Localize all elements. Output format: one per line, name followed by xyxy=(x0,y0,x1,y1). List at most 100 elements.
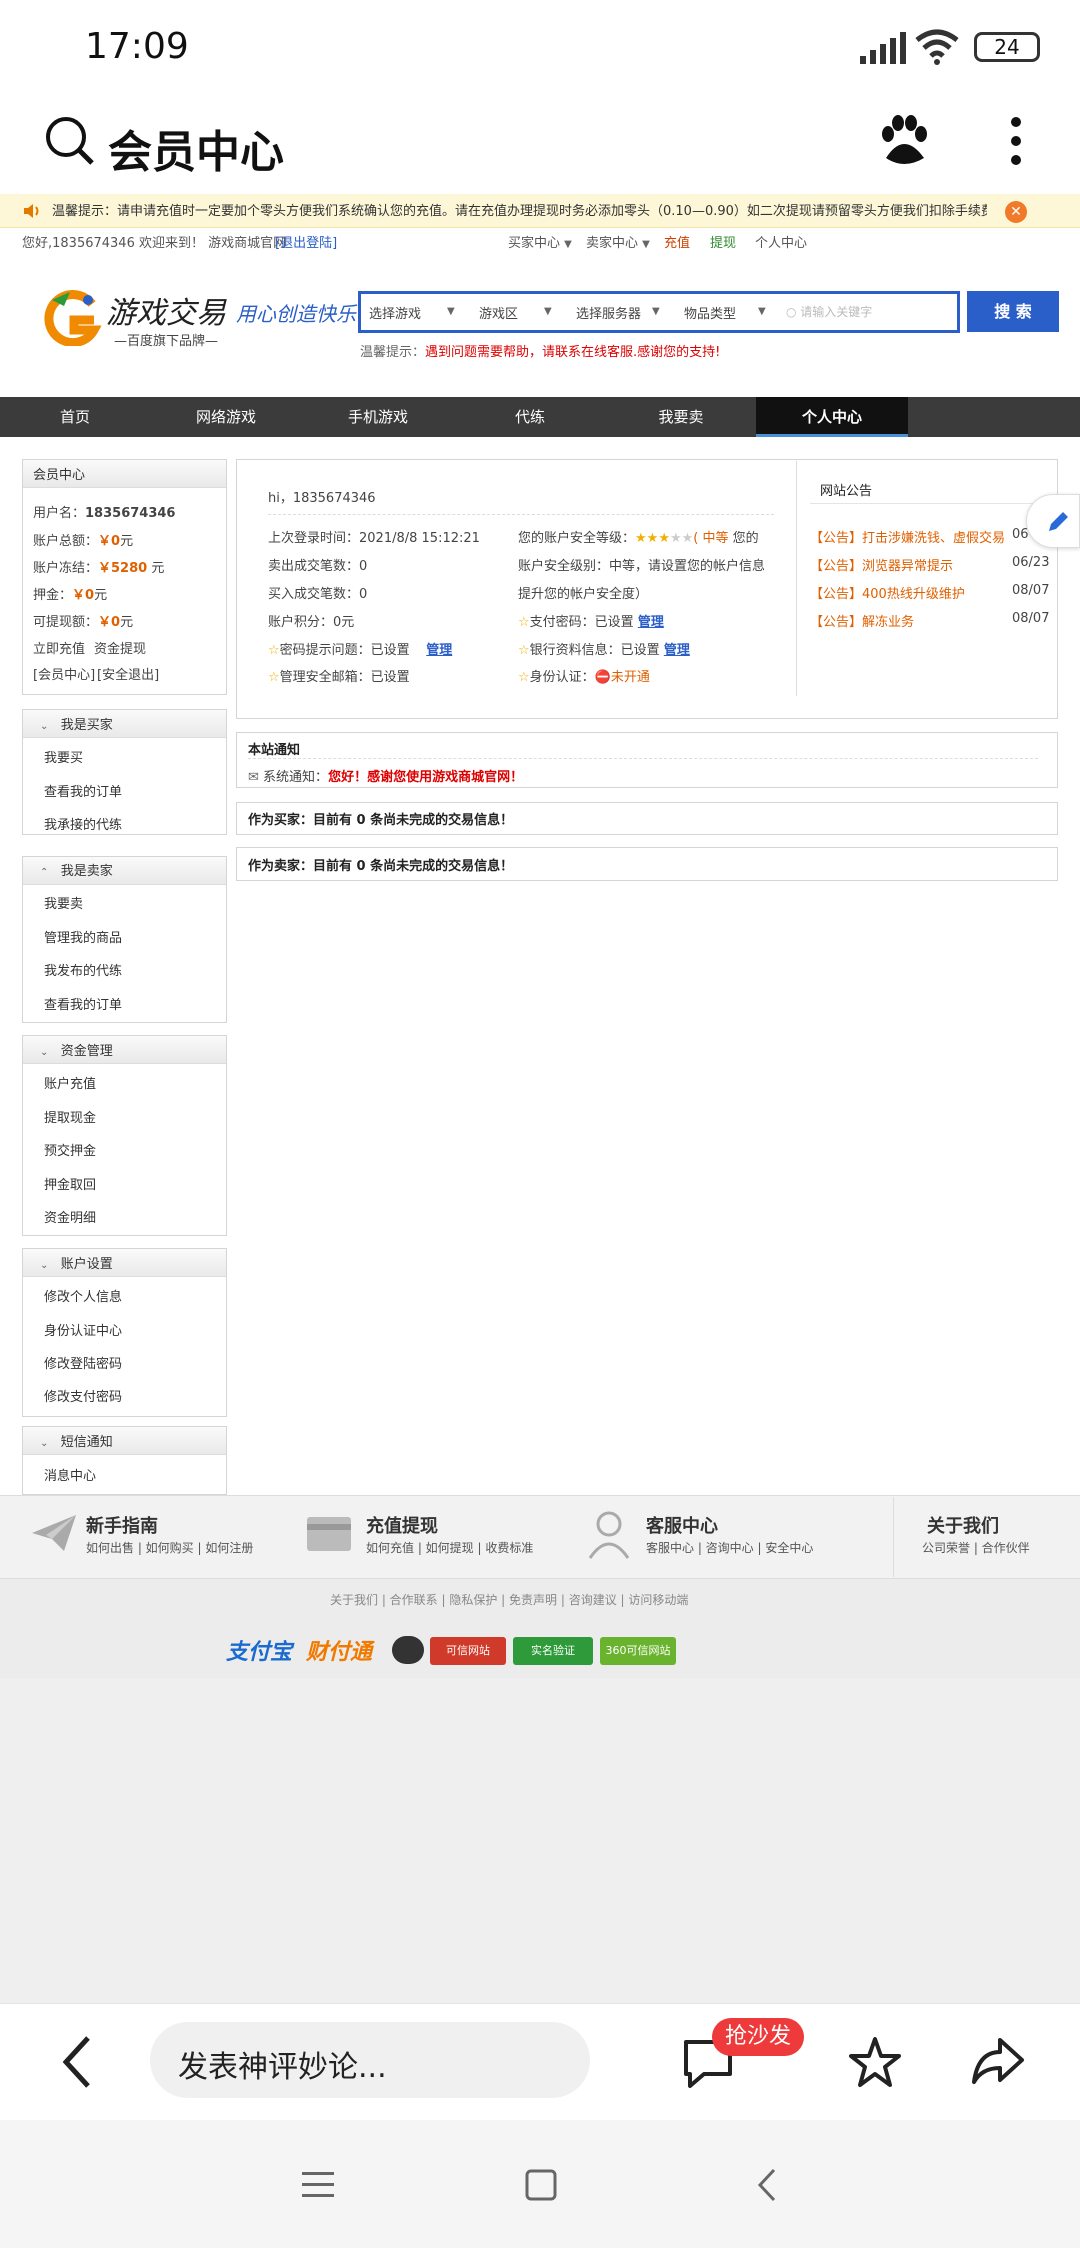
sidebar-item-account-recharge[interactable]: 账户充值 xyxy=(44,1073,96,1092)
id-verify-status[interactable]: 未开通 xyxy=(611,670,650,685)
recharge-now-link[interactable]: 立即充值 xyxy=(33,638,85,657)
sidebar-item-buyer-orders[interactable]: 查看我的订单 xyxy=(44,781,122,800)
manage-pay-password-link[interactable]: 管理 xyxy=(638,615,664,630)
star-icon: ☆ xyxy=(268,643,280,658)
item-type-select[interactable]: 物品类型 xyxy=(684,303,736,322)
footer-recharge-links[interactable]: 如何充值 | 如何提现 | 收费标准 xyxy=(366,1539,533,1556)
site-notice-title: 本站通知 xyxy=(248,743,301,758)
logout-link[interactable]: [退出登陆] xyxy=(275,232,337,251)
sidebar-item-message-center[interactable]: 消息中心 xyxy=(44,1465,96,1484)
footer-guide-links[interactable]: 如何出售 | 如何购买 | 如何注册 xyxy=(86,1539,253,1556)
alipay-badge[interactable]: 支付宝 xyxy=(226,1634,292,1666)
announcement-item[interactable]: 【公告】打击涉嫌洗钱、虚假交易 xyxy=(810,527,1006,546)
bought-count-row: 买入成交笔数：0 xyxy=(268,587,368,602)
announcement-date: 06/ xyxy=(1012,527,1028,542)
divider xyxy=(810,503,1050,504)
trusted-site-badge[interactable]: 可信网站 xyxy=(430,1637,506,1665)
sidebar-item-seller-orders[interactable]: 查看我的订单 xyxy=(44,994,122,1013)
safe-logout-link[interactable]: [安全退出] xyxy=(97,664,159,683)
menu-icon[interactable] xyxy=(300,2170,336,2200)
realname-badge[interactable]: 实名验证 xyxy=(513,1637,593,1665)
status-time: 17:09 xyxy=(85,26,189,67)
sidebar-item-login-password[interactable]: 修改登陆密码 xyxy=(44,1353,122,1372)
nav-sell[interactable]: 我要卖 xyxy=(606,397,756,437)
360-trusted-badge[interactable]: 360可信网站 xyxy=(600,1637,676,1665)
nav-boosting[interactable]: 代练 xyxy=(454,397,606,437)
share-icon[interactable] xyxy=(970,2036,1026,2086)
manage-bank-link[interactable]: 管理 xyxy=(664,643,690,658)
manage-pwd-question-link[interactable]: 管理 xyxy=(426,643,452,658)
search-input[interactable]: ○ 请输入关键字 xyxy=(786,303,872,320)
recharge-link[interactable]: 充值 xyxy=(664,232,690,251)
seller-status-text: 作为卖家：目前有 0 条尚未完成的交易信息！ xyxy=(248,859,514,874)
security-level-desc: 账户安全级别：中等，请设置您的帐户信息 xyxy=(518,559,766,574)
baidu-paw-icon[interactable] xyxy=(878,114,930,168)
seller-center-link[interactable]: 卖家中心 ▼ xyxy=(586,232,650,251)
sidebar-item-prepay-deposit[interactable]: 预交押金 xyxy=(44,1140,96,1159)
announcement-item[interactable]: 【公告】解冻业务 xyxy=(810,611,914,630)
notice-text: 温馨提示：请申请充值时一定要加个零头方便我们系统确认您的充值。请在充值办理提现时… xyxy=(52,204,987,219)
sidebar-item-accepted-boosting[interactable]: 我承接的代练 xyxy=(44,814,122,833)
sidebar-item-edit-profile[interactable]: 修改个人信息 xyxy=(44,1286,122,1305)
site-logo[interactable]: 游戏交易 用心创造快乐 —百度旗下品牌— xyxy=(44,288,356,350)
funds-withdraw-link[interactable]: 资金提现 xyxy=(94,638,146,657)
footer-about-links[interactable]: 公司荣誉 | 合作伙伴 xyxy=(922,1539,1030,1556)
chevron-down-icon: ▼ xyxy=(544,306,552,317)
footer-guide-title: 新手指南 xyxy=(86,1516,158,1537)
sms-panel-title: ⌄ 短信通知 xyxy=(40,1435,113,1450)
star-icon: ☆ xyxy=(518,670,530,685)
back-arrow-icon[interactable] xyxy=(58,2034,98,2090)
buyer-center-link[interactable]: 买家中心 ▼ xyxy=(508,232,572,251)
server-select[interactable]: 选择服务器 xyxy=(576,303,641,322)
withdraw-link[interactable]: 提现 xyxy=(710,232,736,251)
security-level-desc2: 提升您的帐户安全度） xyxy=(518,587,649,602)
sidebar-item-buy[interactable]: 我要买 xyxy=(44,747,83,766)
search-icon[interactable] xyxy=(44,115,96,167)
personal-center-link[interactable]: 个人中心 xyxy=(755,232,807,251)
sofa-badge[interactable]: 抢沙发 xyxy=(712,2018,804,2056)
member-center-link[interactable]: [会员中心] xyxy=(33,664,95,683)
funds-panel-title: ⌄ 资金管理 xyxy=(40,1044,113,1059)
close-icon[interactable]: ✕ xyxy=(1005,201,1027,223)
frozen-row: 账户冻结：￥5280 元 xyxy=(33,561,165,576)
divider xyxy=(268,514,774,515)
last-login-row: 上次登录时间：2021/8/8 15:12:21 xyxy=(268,531,480,546)
nav-home[interactable]: 首页 xyxy=(0,397,150,437)
edit-floating-button[interactable] xyxy=(1026,494,1080,548)
page-title: 会员中心 xyxy=(108,127,284,178)
customer-service-icon xyxy=(588,1511,630,1559)
sidebar-item-published-boosting[interactable]: 我发布的代练 xyxy=(44,960,122,979)
pay-password-row: ☆支付密码：已设置 管理 xyxy=(518,615,664,630)
nav-mobile-games[interactable]: 手机游戏 xyxy=(302,397,454,437)
announcement-item[interactable]: 【公告】浏览器异常提示 xyxy=(810,555,953,574)
sidebar-item-manage-goods[interactable]: 管理我的商品 xyxy=(44,927,122,946)
logo-slogan: 用心创造快乐 xyxy=(236,302,356,326)
buyer-panel-title: ⌄ 我是买家 xyxy=(40,718,113,733)
back-icon[interactable] xyxy=(754,2166,780,2204)
username-row: 用户名：1835674346 xyxy=(33,506,176,521)
area-select[interactable]: 游戏区 xyxy=(479,303,518,322)
nav-personal-center[interactable]: 个人中心 xyxy=(756,397,908,437)
rating-stars-icon: ★★★ xyxy=(635,531,670,546)
sidebar-item-id-verify[interactable]: 身份认证中心 xyxy=(44,1320,122,1339)
search-button[interactable]: 搜 索 xyxy=(967,291,1059,332)
more-menu-icon[interactable] xyxy=(1010,116,1022,166)
sidebar-item-pay-password[interactable]: 修改支付密码 xyxy=(44,1386,122,1405)
footer-service-links[interactable]: 客服中心 | 咨询中心 | 安全中心 xyxy=(646,1539,813,1556)
tenpay-badge[interactable]: 财付通 xyxy=(306,1634,372,1666)
sidebar-item-deposit-return[interactable]: 押金取回 xyxy=(44,1174,96,1193)
home-icon[interactable] xyxy=(524,2168,558,2202)
sidebar-item-fund-details[interactable]: 资金明细 xyxy=(44,1207,96,1226)
game-select[interactable]: 选择游戏 xyxy=(369,303,421,322)
seller-panel-title: ⌃ 我是卖家 xyxy=(40,864,113,879)
mail-icon: ✉ xyxy=(248,770,259,785)
star-icon: ☆ xyxy=(268,670,280,685)
pwd-question-row: ☆密码提示问题：已设置 管理 xyxy=(268,643,453,658)
footer-bottom-links[interactable]: 关于我们 | 合作联系 | 隐私保护 | 免责声明 | 咨询建议 | 访问移动端 xyxy=(330,1591,688,1608)
sidebar-item-sell[interactable]: 我要卖 xyxy=(44,893,83,912)
sidebar-item-withdraw-cash[interactable]: 提取现金 xyxy=(44,1107,96,1126)
nav-online-games[interactable]: 网络游戏 xyxy=(150,397,302,437)
profile-greeting: hi，1835674346 xyxy=(268,491,376,506)
star-icon[interactable] xyxy=(848,2036,902,2088)
announcement-item[interactable]: 【公告】400热线升级维护 xyxy=(810,583,965,602)
